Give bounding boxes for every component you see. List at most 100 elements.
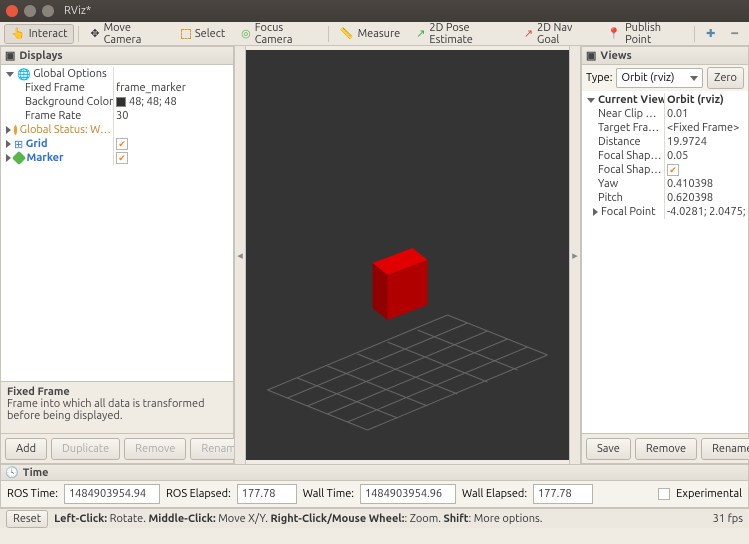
label: Current View	[598, 94, 664, 106]
remove-button[interactable]: Remove	[635, 438, 697, 460]
chevron-right-icon	[6, 126, 11, 134]
b: Shift	[443, 513, 468, 525]
prop-label[interactable]: Yaw	[582, 177, 664, 191]
arrow-icon: ↗	[416, 27, 425, 40]
views-header[interactable]: ▣ Views	[582, 47, 748, 65]
time-panel: 🕓 Time ROS Time: 1484903954.94 ROS Elaps…	[0, 464, 749, 508]
label: Select	[195, 28, 225, 40]
displays-header[interactable]: ▣ Displays	[1, 47, 233, 65]
views-panel: ▣ Views Type: Orbit (rviz) Zero Current …	[581, 46, 749, 464]
render-view[interactable]	[246, 50, 569, 460]
bg-color-label[interactable]: Background Color	[1, 95, 113, 109]
publish-point-button[interactable]: 📍 Publish Point	[600, 24, 690, 44]
views-tree: Current View Orbit (rviz) Near Clip …0.0…	[582, 91, 748, 433]
wall-time-input[interactable]: 1484903954.96	[360, 484, 456, 504]
focus-icon: ◎	[241, 27, 251, 40]
pose-estimate-button[interactable]: ↗ 2D Pose Estimate	[409, 24, 515, 44]
label: Global Status: W…	[20, 124, 111, 136]
desc-body: Frame into which all data is transformed…	[7, 398, 227, 422]
fixed-frame-label[interactable]: Fixed Frame	[1, 81, 113, 95]
ros-time-input[interactable]: 1484903954.94	[64, 484, 160, 504]
fps-label: 31 fps	[713, 513, 743, 525]
time-row: ROS Time: 1484903954.94 ROS Elapsed: 177…	[1, 481, 748, 507]
checkbox-icon[interactable]	[116, 138, 128, 150]
marker-row[interactable]: Marker	[1, 151, 113, 165]
window-title: RViz*	[64, 5, 91, 17]
label: Grid	[26, 138, 48, 150]
nav-goal-button[interactable]: ↗ 2D Nav Goal	[517, 24, 599, 44]
marker-check[interactable]	[113, 151, 233, 165]
prop-val[interactable]: 19.9724	[664, 135, 748, 149]
chevron-right-icon	[593, 208, 598, 216]
prop-val[interactable]: <Fixed Frame>	[664, 121, 748, 135]
interact-button[interactable]: 👆 Interact	[4, 24, 74, 44]
label: Displays	[19, 50, 62, 62]
b: Middle-Click:	[148, 513, 215, 525]
experimental-label: Experimental	[676, 488, 742, 500]
globe-icon: 🌐	[17, 68, 31, 81]
checkbox-icon[interactable]	[116, 152, 128, 164]
prop-val[interactable]: 0.410398	[664, 177, 748, 191]
remove-button[interactable]: Remove	[124, 438, 186, 460]
current-view-row[interactable]: Current View	[582, 93, 664, 107]
t: : Zoom.	[405, 513, 444, 525]
rename-button[interactable]: Rename	[701, 438, 749, 460]
grid-row[interactable]: ⊞ Grid	[1, 137, 113, 151]
prop-label[interactable]: Distance	[582, 135, 664, 149]
measure-button[interactable]: 📏 Measure	[333, 24, 407, 44]
wall-elapsed-label: Wall Elapsed:	[462, 488, 527, 500]
prop-val[interactable]: -4.0281; 2.0475; …	[664, 205, 748, 219]
global-options-row[interactable]: 🌐 Global Options	[1, 67, 113, 81]
prop-label[interactable]: Near Clip …	[582, 107, 664, 121]
move-camera-button[interactable]: ✥ Move Camera	[83, 24, 172, 44]
empty	[113, 67, 233, 81]
prop-val[interactable]: 0.620398	[664, 191, 748, 205]
prop-val[interactable]: 0.01	[664, 107, 748, 121]
ros-elapsed-input[interactable]: 177.78	[237, 484, 297, 504]
prop-val[interactable]	[664, 163, 748, 177]
bg-color-value[interactable]: 48; 48; 48	[113, 95, 233, 109]
time-header[interactable]: 🕓 Time	[1, 465, 748, 481]
separator	[328, 26, 329, 42]
duplicate-button[interactable]: Duplicate	[51, 438, 120, 460]
close-icon[interactable]	[6, 5, 18, 17]
global-status-row[interactable]: Global Status: W…	[1, 123, 113, 137]
view-type-select[interactable]: Orbit (rviz)	[616, 68, 703, 88]
panel-icon: ▣	[586, 49, 596, 62]
grid-check[interactable]	[113, 137, 233, 151]
collapse-right[interactable]: ▸	[569, 46, 581, 464]
experimental-checkbox[interactable]	[658, 488, 670, 500]
toolbar: 👆 Interact ✥ Move Camera Select ◎ Focus …	[0, 22, 749, 46]
wall-elapsed-input[interactable]: 177.78	[533, 484, 593, 504]
select-button[interactable]: Select	[174, 24, 232, 44]
t: Rotate.	[107, 513, 148, 525]
grid-icon: ⊞	[14, 138, 23, 151]
extra-button-2[interactable]: ━	[724, 24, 745, 44]
displays-tree: 🌐 Global Options Fixed Frame frame_marke…	[1, 65, 233, 381]
fixed-frame-value[interactable]: frame_marker	[113, 81, 233, 95]
maximize-icon[interactable]	[42, 5, 54, 17]
label: Global Options	[33, 68, 107, 80]
prop-label[interactable]: Focal Shap…	[582, 149, 664, 163]
prop-val[interactable]: 0.05	[664, 149, 748, 163]
frame-rate-label[interactable]: Frame Rate	[1, 109, 113, 123]
zero-button[interactable]: Zero	[707, 67, 744, 89]
checkbox-icon[interactable]	[667, 164, 679, 176]
prop-label[interactable]: Focal Point	[582, 205, 664, 219]
collapse-left[interactable]: ◂	[234, 46, 246, 464]
frame-rate-value[interactable]: 30	[113, 109, 233, 123]
chevron-right-icon	[6, 140, 11, 148]
views-buttons: Save Remove Rename	[582, 433, 748, 463]
save-button[interactable]: Save	[586, 438, 631, 460]
prop-label[interactable]: Pitch	[582, 191, 664, 205]
prop-label[interactable]: Focal Shap…	[582, 163, 664, 177]
minimize-icon[interactable]	[24, 5, 36, 17]
select-icon	[181, 29, 191, 39]
focus-camera-button[interactable]: ◎ Focus Camera	[234, 24, 324, 44]
prop-label[interactable]: Target Fra…	[582, 121, 664, 135]
extra-button-1[interactable]: ✚	[699, 24, 722, 44]
reset-button[interactable]: Reset	[6, 510, 48, 528]
minus-icon: ━	[731, 27, 738, 40]
add-button[interactable]: Add	[5, 438, 47, 460]
chevron-down-icon	[587, 98, 595, 103]
